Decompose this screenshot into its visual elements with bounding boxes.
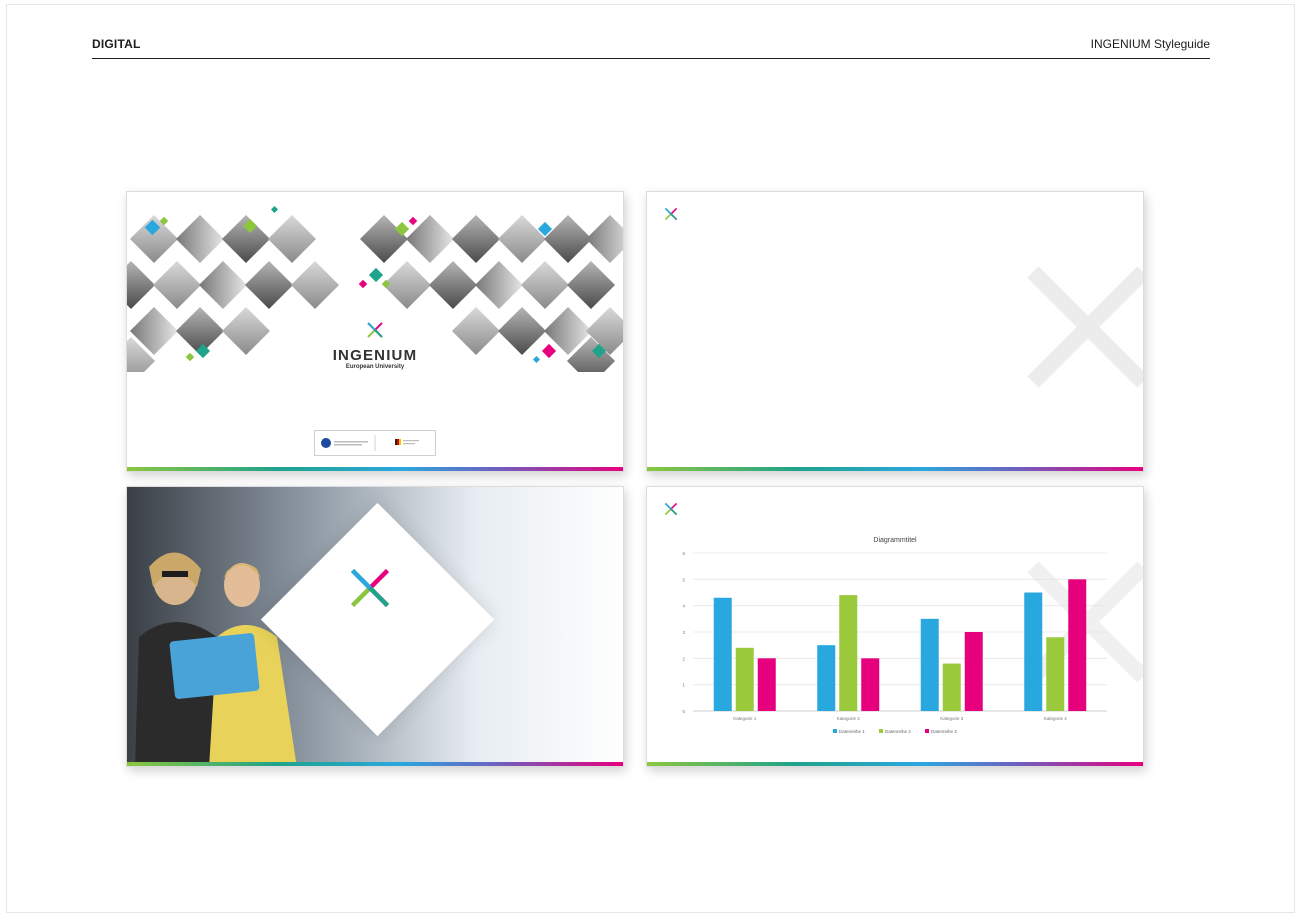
gradient-bar <box>127 467 623 471</box>
watermark-x-icon <box>1027 266 1143 388</box>
chart-bar <box>757 658 776 711</box>
document-title: INGENIUM Styleguide <box>1090 37 1210 51</box>
partner-logos <box>314 430 436 456</box>
legend-swatch <box>925 729 929 733</box>
chart-bar <box>964 632 983 711</box>
y-tick-label: 6 <box>682 551 685 556</box>
ingenium-x-icon <box>350 568 390 608</box>
ingenium-x-icon <box>367 322 383 338</box>
chart-bar <box>920 618 939 711</box>
y-tick-label: 1 <box>682 683 685 688</box>
gradient-bar <box>647 467 1143 471</box>
chart-bar <box>942 663 961 711</box>
legend-label: Datenreihe 2 <box>885 729 911 734</box>
slide-photo-diamond <box>126 486 624 767</box>
slide-title-mosaic: INGENIUM European University <box>126 191 624 472</box>
ministry-logo-icon <box>395 439 397 445</box>
slide-chart: Diagrammtitel 0 1 2 3 4 5 6 Kategorie 1 Kategori… <box>646 486 1144 767</box>
x-tick-label: Kategorie 2 <box>837 716 861 721</box>
section-label: DIGITAL <box>92 37 141 51</box>
chart-bar <box>839 595 858 711</box>
y-tick-label: 0 <box>682 709 685 714</box>
chart-bar <box>713 597 732 711</box>
y-tick-label: 5 <box>682 577 685 582</box>
legend-label: Datenreihe 1 <box>839 729 865 734</box>
logo-subtitle: European University <box>345 364 405 370</box>
y-tick-label: 2 <box>682 656 685 661</box>
chart-bar <box>735 647 754 711</box>
eu-logo-icon <box>321 438 331 448</box>
bar-chart: 0 1 2 3 4 5 6 Kategorie 1 Kategorie 2 Kategorie 3… <box>682 551 1107 734</box>
y-tick-label: 4 <box>682 604 685 609</box>
ingenium-x-icon <box>664 207 678 221</box>
slide-blank <box>646 191 1144 472</box>
page-header: DIGITAL INGENIUM Styleguide <box>92 36 1210 59</box>
x-tick-label: Kategorie 1 <box>733 716 757 721</box>
ingenium-logo: INGENIUM European University <box>127 320 623 370</box>
x-tick-label: Kategorie 4 <box>1044 716 1068 721</box>
chart-bar <box>817 645 836 711</box>
legend-swatch <box>879 729 883 733</box>
x-tick-label: Kategorie 3 <box>940 716 964 721</box>
logo-title: INGENIUM <box>332 347 418 364</box>
gradient-bar <box>127 762 623 766</box>
gradient-bar <box>647 762 1143 766</box>
chart-bar <box>1024 592 1043 711</box>
legend-swatch <box>833 729 837 733</box>
chart-bar <box>1068 579 1087 711</box>
chart-bar <box>1046 637 1065 711</box>
y-tick-label: 3 <box>682 630 685 635</box>
legend-label: Datenreihe 3 <box>931 729 957 734</box>
chart-bar <box>861 658 880 711</box>
